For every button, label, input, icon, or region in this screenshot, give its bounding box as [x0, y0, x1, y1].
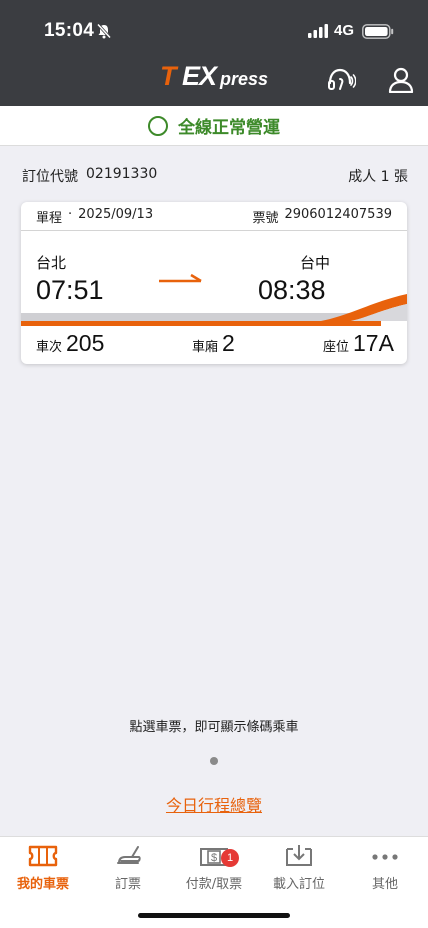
logo-ex: EX — [182, 61, 217, 91]
seat-number: 17A — [353, 330, 394, 356]
tab-book[interactable]: 訂票 — [85, 843, 171, 892]
signal-icon — [308, 24, 328, 38]
page-indicator-dot — [210, 757, 218, 765]
logo-t: T — [160, 61, 177, 91]
barcode-hint: 點選車票，即可顯示條碼乘車 — [129, 720, 299, 735]
booking-info-row: 訂位代號 02191330 成人 1 張 — [22, 166, 408, 186]
home-indicator — [138, 913, 290, 918]
ticket-details: 車次 205 車廂 2 座位 17A — [21, 330, 407, 362]
tab-my-tickets[interactable]: 我的車票 — [0, 843, 86, 892]
user-account-icon[interactable] — [388, 67, 414, 93]
bell-muted-icon — [96, 23, 112, 39]
svg-text:$: $ — [211, 852, 217, 864]
status-ok-icon — [148, 115, 168, 136]
arrival-station: 台中 — [300, 254, 331, 272]
car-number-group: 車廂 2 — [192, 330, 235, 357]
ticket-header: 單程 · 2025/09/13 票號 2906012407539 — [21, 202, 407, 231]
battery-icon — [362, 24, 394, 39]
app-header: 15:04 4G T EX press — [0, 0, 428, 106]
more-icon — [372, 854, 398, 860]
trip-type: 單程 — [36, 210, 63, 226]
car-number-label: 車廂 — [192, 340, 219, 355]
trip-date: 2025/09/13 — [78, 206, 154, 222]
network-label: 4G — [334, 22, 355, 39]
tab-book-label: 訂票 — [114, 877, 141, 892]
service-status-bar: 全線正常營運 — [0, 106, 428, 146]
ticket-number: 2906012407539 — [284, 206, 392, 222]
seat-number-group: 座位 17A — [323, 330, 394, 357]
logo-press: press — [220, 69, 269, 89]
direction-arrow-icon — [159, 273, 202, 283]
train-number: 205 — [66, 330, 105, 356]
train-number-label: 車次 — [36, 340, 63, 355]
ticket-card[interactable]: 單程 · 2025/09/13 票號 2906012407539 台北 台中 0… — [21, 202, 407, 364]
service-status-text: 全線正常營運 — [178, 118, 280, 138]
tab-payment-label: 付款/取票 — [185, 877, 243, 892]
tab-more[interactable]: 其他 — [342, 843, 428, 892]
tab-load-booking-label: 載入訂位 — [272, 877, 325, 892]
payment-badge: 1 — [221, 849, 239, 867]
ticket-number-label: 票號 — [252, 210, 279, 226]
tab-more-label: 其他 — [371, 877, 398, 892]
train-graphic — [21, 294, 407, 326]
tab-load-booking[interactable]: 載入訂位 — [256, 843, 342, 892]
today-overview-link[interactable]: 今日行程總覽 — [0, 792, 428, 816]
download-icon — [286, 845, 312, 866]
passenger-count: 成人 1 張 — [348, 169, 408, 185]
tab-my-tickets-label: 我的車票 — [16, 877, 69, 892]
status-time: 15:04 — [44, 20, 95, 41]
customer-service-icon[interactable] — [326, 67, 356, 93]
trip-separator: · — [68, 206, 73, 222]
texpress-logo: T EX press — [160, 62, 280, 90]
departure-station: 台北 — [36, 254, 67, 272]
booking-code-label: 訂位代號 — [22, 169, 78, 185]
tab-payment[interactable]: $ 付款/取票 1 — [171, 843, 257, 892]
ticket-icon — [28, 845, 58, 867]
seat-icon — [117, 846, 141, 864]
booking-code: 02191330 — [86, 166, 158, 182]
seat-number-label: 座位 — [323, 340, 350, 355]
car-number: 2 — [222, 330, 235, 356]
train-number-group: 車次 205 — [36, 330, 104, 357]
